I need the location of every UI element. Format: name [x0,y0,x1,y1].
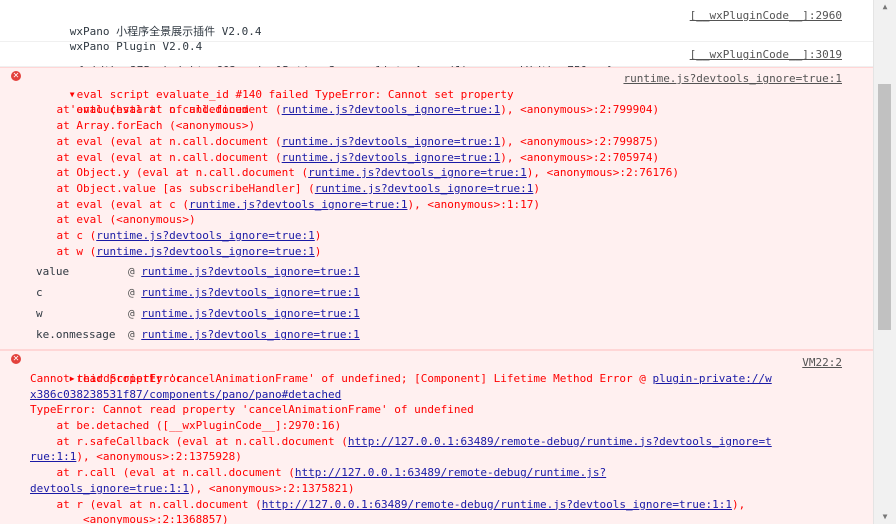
error-details: Cannot read property 'cancelAnimationFra… [0,371,874,524]
async-stack-row: w @ runtime.js?devtools_ignore=true:1 [36,303,874,324]
source-link[interactable]: [__wxPluginCode__]:2960 [690,8,842,24]
error-line-text: <anonymous>:2:1368857) [30,513,229,524]
stack-frame-link[interactable]: runtime.js?devtools_ignore=true:1 [96,245,315,258]
scroll-down-arrow-icon[interactable]: ▼ [874,510,896,524]
stack-frame-link[interactable]: runtime.js?devtools_ignore=true:1 [282,135,501,148]
stack-frame: at c (runtime.js?devtools_ignore=true:1) [30,228,874,244]
error-line: rue:1:1), <anonymous>:2:1375928) [30,449,874,465]
error-line-link[interactable]: rue:1:1 [30,450,76,463]
stack-frame-text: at w ( [30,244,97,258]
stack-frame-text: at eval (eval at n.call.document ( [30,103,282,117]
async-stack-row: ke.onmessage @ runtime.js?devtools_ignore… [36,324,874,345]
at-sign: @ [128,286,135,300]
stack-frame-text: ), <anonymous>:1:17) [407,197,540,211]
stack-frame: at Array.forEach (<anonymous>) [30,118,874,134]
function-location-link[interactable]: runtime.js?devtools_ignore=true:1 [141,286,360,299]
stack-frame-text: at eval (eval at n.call.document ( [30,134,282,148]
stack-frame-text: ) [314,228,322,242]
scroll-up-arrow-icon[interactable]: ▲ [874,0,896,14]
error-line: at r.safeCallback (eval at n.call.docume… [30,434,874,450]
function-name: w [36,307,43,321]
error-line-text: at r.safeCallback (eval at n.call.docume… [30,434,348,448]
function-name: c [36,286,43,300]
stack-frame-text: ), <anonymous>:2:799875) [500,134,660,148]
error-line: <anonymous>:2:1368857) [30,512,874,524]
stack-frame: at eval (eval at n.call.document (runtim… [30,102,874,118]
error-line-text: ), <anonymous>:2:1375928) [76,450,242,464]
at-sign: @ [128,307,135,321]
console-panel: wxPano 小程序全景展示插件 V2.0.4 [__wxPluginCode_… [0,0,874,524]
stack-frame-text: ), <anonymous>:2:799904) [500,103,660,117]
error-line: x386c038238531f87/components/pano/pano#d… [30,387,874,403]
stack-frame-text: at c ( [30,228,97,242]
error-line-link[interactable]: devtools_ignore=true:1:1 [30,482,189,495]
async-stack-table: value @ runtime.js?devtools_ignore=true:1… [36,261,874,345]
error-line: at be.detached ([__wxPluginCode__]:2970:… [30,418,874,434]
stack-frame-link[interactable]: runtime.js?devtools_ignore=true:1 [315,182,534,195]
stack-trace: at eval (eval at n.call.document (runtim… [0,102,874,259]
error-line-link[interactable]: http://127.0.0.1:63489/remote-debug/runt… [295,466,606,479]
function-location: @ runtime.js?devtools_ignore=true:1 [128,324,360,345]
stack-frame-text: ), <anonymous>:2:705974) [500,150,660,164]
function-name: ke.onmessage [36,328,116,342]
function-location: @ runtime.js?devtools_ignore=true:1 [128,303,360,324]
stack-frame-link[interactable]: runtime.js?devtools_ignore=true:1 [96,229,315,242]
source-link[interactable]: runtime.js?devtools_ignore=true:1 [623,71,842,87]
error-line-text: at r.call (eval at n.call.document ( [30,466,295,480]
stack-frame-text: ) [314,244,322,258]
at-sign: @ [128,265,135,279]
error-line-text: ), <anonymous>:2:1375821) [188,481,355,495]
stack-frame: at Object.value [as subscribeHandler] (r… [30,181,874,197]
stack-frame: at eval (eval at n.call.document (runtim… [30,150,874,166]
async-stack-row: c @ runtime.js?devtools_ignore=true:1 [36,282,874,303]
error-line: at r (eval at n.call.document (http://12… [30,497,874,513]
stack-frame-text: ), <anonymous>:2:76176) [526,166,680,180]
async-stack-row: value @ runtime.js?devtools_ignore=true:1 [36,261,874,282]
stack-frame: at eval (eval at n.call.document (runtim… [30,134,874,150]
vertical-scrollbar[interactable]: ▲ ▼ [873,0,896,524]
stack-frame-link[interactable]: runtime.js?devtools_ignore=true:1 [189,198,408,211]
stack-frame: at eval (<anonymous>) [30,212,874,228]
function-name: value [36,265,70,279]
at-sign: @ [128,328,135,342]
function-location-link[interactable]: runtime.js?devtools_ignore=true:1 [141,265,360,278]
function-location-link[interactable]: runtime.js?devtools_ignore=true:1 [141,328,360,341]
stack-frame-text: ) [533,181,540,195]
error-line: TypeError: Cannot read property 'cancelA… [30,402,874,418]
console-log-message: wxPano 小程序全景展示插件 V2.0.4 [__wxPluginCode_… [0,0,874,53]
error-line: at r.call (eval at n.call.document (http… [30,465,874,481]
error-line-text: at be.detached ([__wxPluginCode__]:2970:… [30,419,342,433]
function-location: @ runtime.js?devtools_ignore=true:1 [128,261,360,282]
error-line: Cannot read property 'cancelAnimationFra… [30,371,874,387]
function-location-link[interactable]: runtime.js?devtools_ignore=true:1 [141,307,360,320]
error-line: devtools_ignore=true:1:1), <anonymous>:2… [30,481,874,497]
error-line-text: Cannot read property 'cancelAnimationFra… [30,372,653,385]
error-line-link[interactable]: plugin-private://w [653,372,772,385]
stack-frame-text: at eval (eval at c ( [30,197,189,211]
stack-frame-link[interactable]: runtime.js?devtools_ignore=true:1 [308,166,527,179]
error-line-link[interactable]: http://127.0.0.1:63489/remote-debug/runt… [348,435,772,448]
stack-frame-text: at eval (eval at n.call.document ( [30,150,282,164]
error-line-text: ), [732,497,746,511]
console-error-message: ✕ ▼ eval script evaluate_id #140 failed T… [0,67,874,351]
function-location: @ runtime.js?devtools_ignore=true:1 [128,282,360,303]
source-link[interactable]: [__wxPluginCode__]:3019 [690,47,842,63]
stack-frame-text: at Object.value [as subscribeHandler] ( [30,181,315,195]
stack-frame-link[interactable]: runtime.js?devtools_ignore=true:1 [282,151,501,164]
error-line-link[interactable]: x386c038238531f87/components/pano/pano#d… [30,388,341,401]
console-log-message: ▶{width: 375, height: 603, pixelRatio: 2… [0,42,874,77]
error-line-text: TypeError: Cannot read property 'cancelA… [30,403,474,417]
scrollbar-thumb[interactable] [878,84,891,330]
stack-frame-text: at Array.forEach (<anonymous>) [30,119,256,133]
error-line-text: at r (eval at n.call.document ( [30,497,262,511]
stack-frame-text: at eval (<anonymous>) [30,213,196,227]
stack-frame: at eval (eval at c (runtime.js?devtools_… [30,197,874,213]
source-link[interactable]: VM22:2 [802,355,842,371]
stack-frame-text: at Object.y (eval at n.call.document ( [30,166,309,180]
stack-frame-link[interactable]: runtime.js?devtools_ignore=true:1 [282,103,501,116]
stack-frame: at Object.y (eval at n.call.document (ru… [30,165,874,181]
error-line-link[interactable]: http://127.0.0.1:63489/remote-debug/runt… [262,498,732,511]
stack-frame: at w (runtime.js?devtools_ignore=true:1) [30,244,874,260]
console-error-message: ✕ ▶ thirdScriptError VM22:2 Cannot read p… [0,350,874,524]
